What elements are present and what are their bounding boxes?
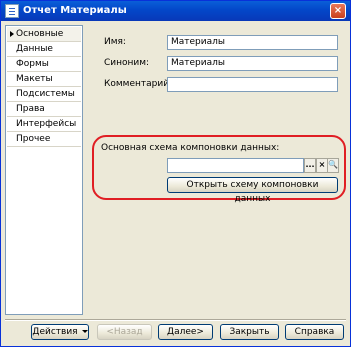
sidebar-item-label: Интерфейсы	[16, 119, 77, 129]
sidebar-item-main[interactable]: Основные	[7, 27, 81, 42]
name-field[interactable]: Материалы	[167, 35, 338, 50]
sidebar-item-forms[interactable]: Формы	[7, 57, 81, 72]
dialog-window: Отчет Материалы × Основные Данные Формы …	[0, 0, 351, 347]
comment-field[interactable]	[167, 77, 338, 92]
sidebar-item-label: Прочее	[16, 134, 51, 144]
synonym-label: Синоним:	[104, 58, 150, 68]
sidebar-nav: Основные Данные Формы Макеты Подсистемы …	[5, 25, 83, 315]
next-button[interactable]: Далее>	[158, 324, 213, 340]
schema-label: Основная схема компоновки данных:	[101, 143, 280, 153]
sidebar-item-subsystems[interactable]: Подсистемы	[7, 87, 81, 102]
sidebar-item-label: Основные	[16, 29, 64, 39]
select-schema-button[interactable]: ...	[304, 158, 316, 173]
window-title: Отчет Материалы	[23, 5, 127, 16]
help-button[interactable]: Справка	[285, 324, 344, 340]
close-button[interactable]: Закрыть	[220, 324, 279, 340]
close-window-button[interactable]: ×	[330, 3, 346, 19]
report-icon	[5, 4, 19, 18]
sidebar-item-rights[interactable]: Права	[7, 102, 81, 117]
title-bar[interactable]: Отчет Материалы ×	[1, 1, 350, 21]
sidebar-item-label: Подсистемы	[16, 89, 75, 99]
back-button[interactable]: <Назад	[97, 324, 152, 340]
footer-divider	[5, 319, 346, 320]
synonym-field[interactable]: Материалы	[167, 56, 338, 71]
comment-label: Комментарий:	[104, 79, 173, 89]
open-schema-icon[interactable]: 🔍	[327, 158, 339, 173]
sidebar-item-data[interactable]: Данные	[7, 42, 81, 57]
sidebar-item-label: Формы	[16, 59, 49, 69]
actions-button[interactable]: Действия	[31, 324, 89, 340]
active-marker-icon	[10, 31, 14, 37]
sidebar-item-layouts[interactable]: Макеты	[7, 72, 81, 87]
open-schema-button[interactable]: Открыть схему компоновки данных	[167, 177, 338, 204]
sidebar-item-label: Данные	[16, 44, 53, 54]
sidebar-item-label: Макеты	[16, 74, 53, 84]
actions-label: Действия	[32, 327, 78, 337]
sidebar-item-label: Права	[16, 104, 45, 114]
chevron-down-icon	[81, 330, 88, 333]
sidebar-item-interfaces[interactable]: Интерфейсы	[7, 117, 81, 132]
schema-field[interactable]	[167, 158, 304, 173]
name-label: Имя:	[104, 37, 126, 47]
sidebar-item-other[interactable]: Прочее	[7, 132, 81, 147]
